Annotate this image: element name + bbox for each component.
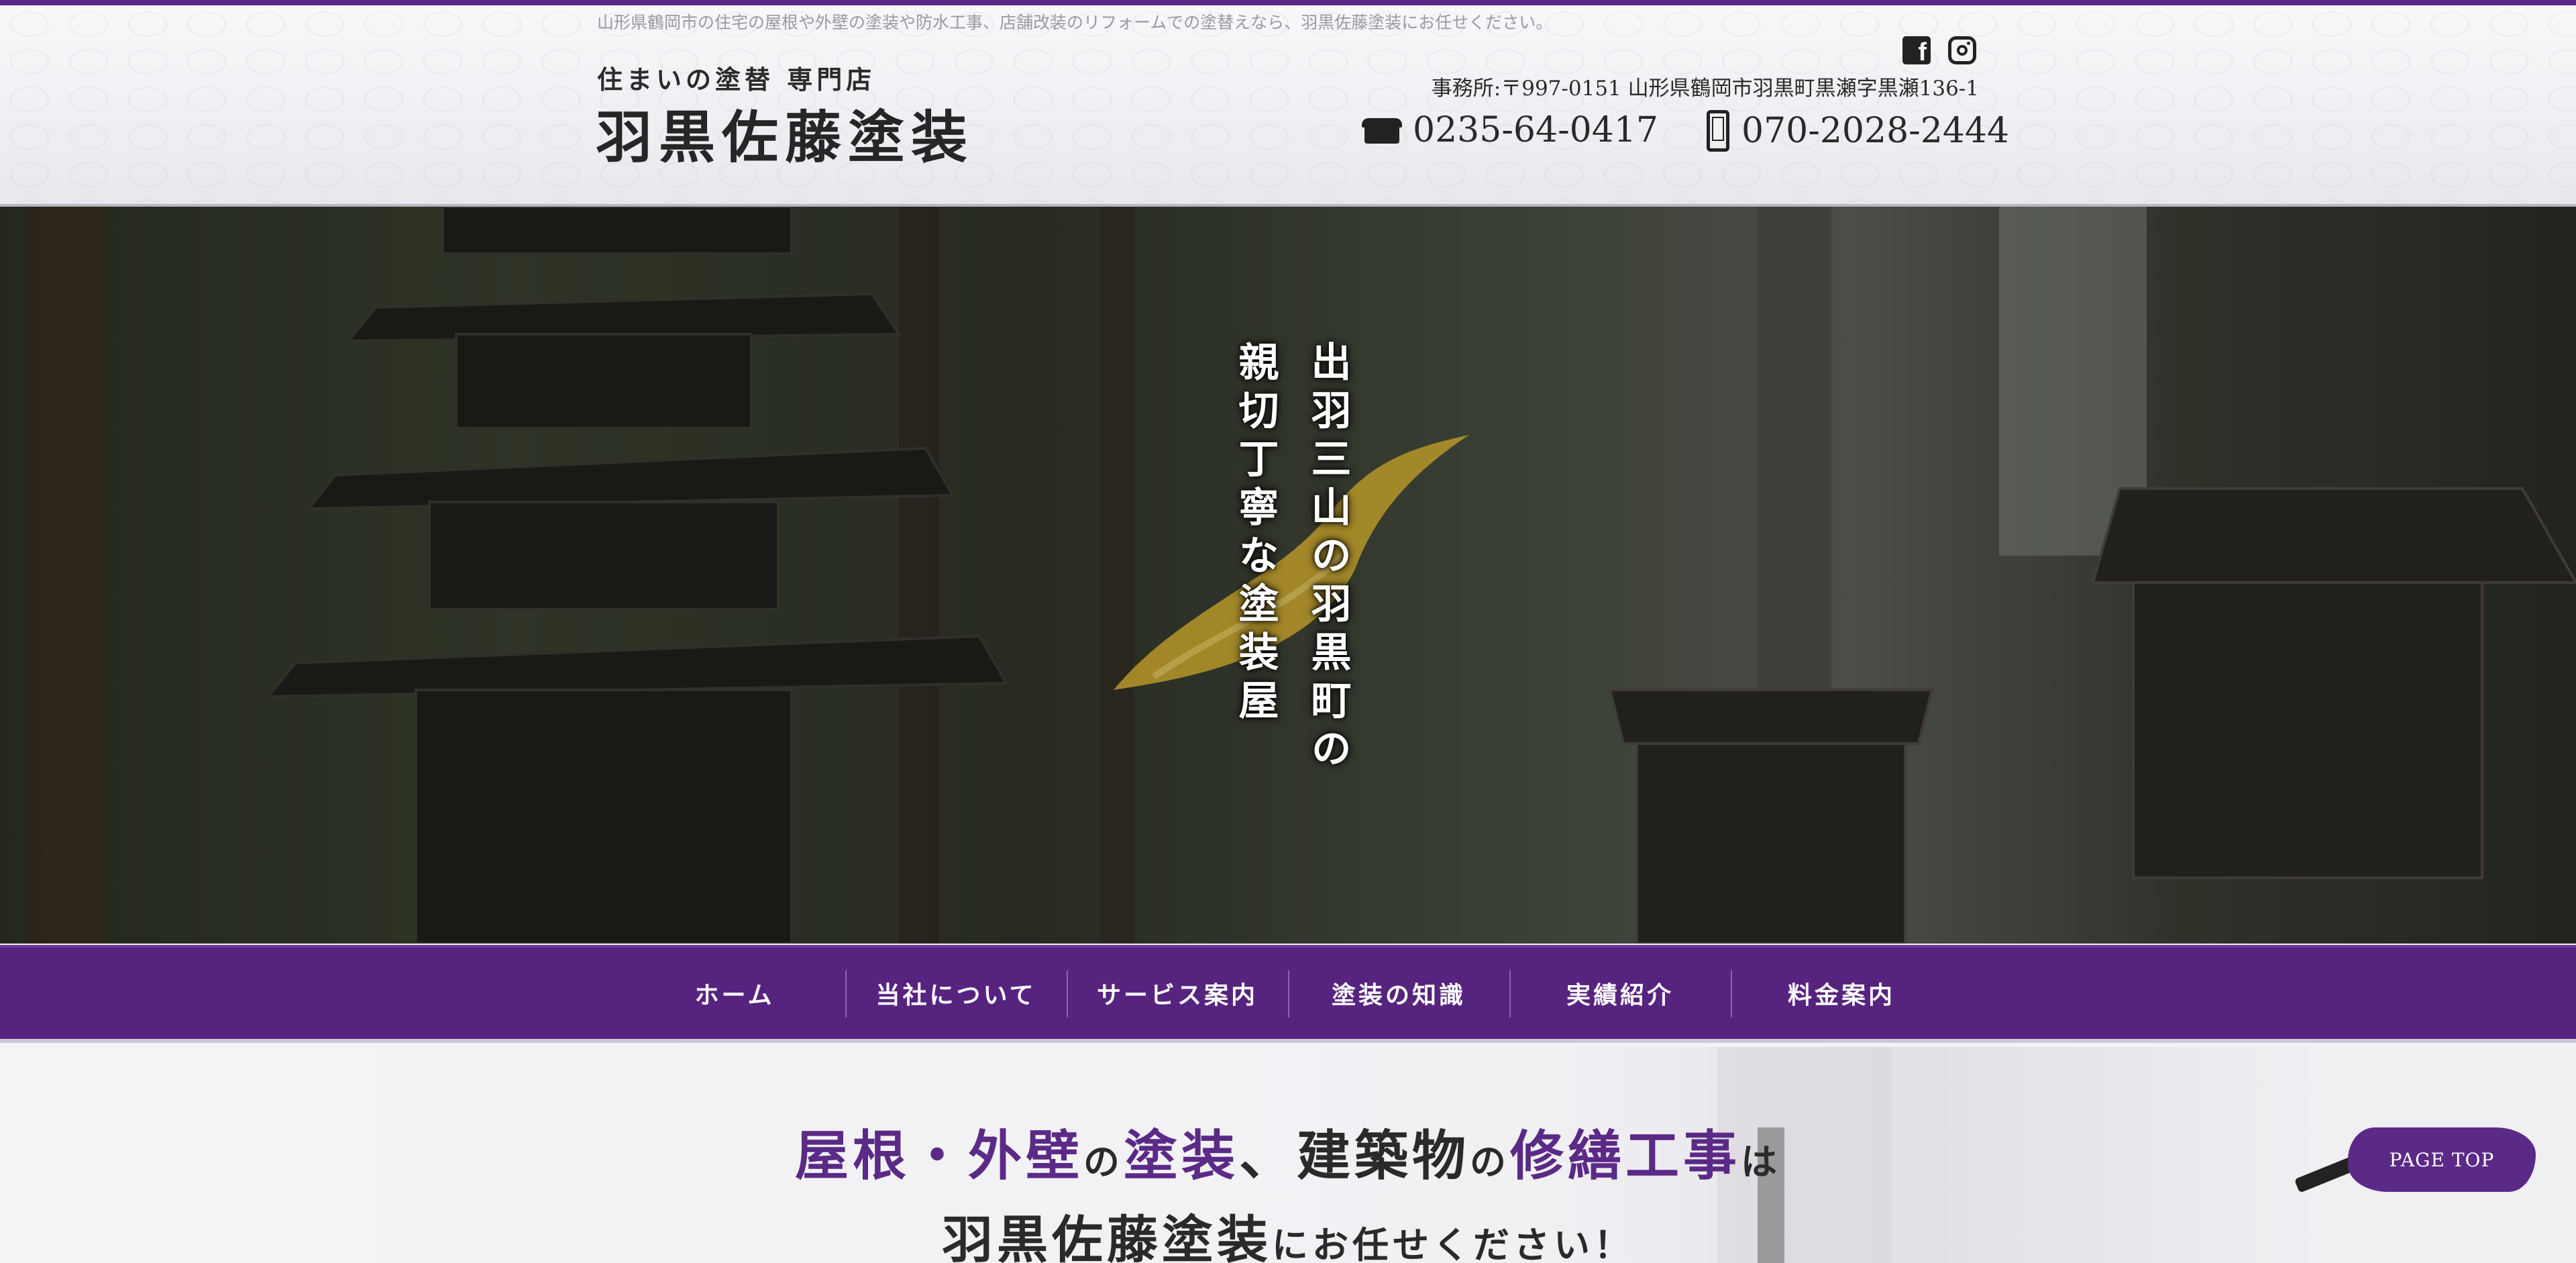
social-links [1902, 36, 1976, 67]
page-top-button[interactable]: PAGE TOP [2294, 1127, 2536, 1201]
nav-item-works[interactable]: 実績紹介 [1509, 948, 1731, 1039]
site-tagline: 山形県鶴岡市の住宅の屋根や外壁の塗装や防水工事、店舗改装のリフォームでの塗替えな… [597, 13, 1553, 32]
telephone-icon [1362, 115, 1402, 145]
intro-section: 屋根・外壁の塗装、建築物の修繕工事は 羽黒佐藤塗装にお任せください！ [0, 1047, 2576, 1263]
site-header: 山形県鶴岡市の住宅の屋根や外壁の塗装や防水工事、店舗改装のリフォームでの塗替えな… [0, 5, 2576, 207]
nav-item-home[interactable]: ホーム [624, 948, 845, 1039]
intro-headline-1: 屋根・外壁の塗装、建築物の修繕工事は [795, 1124, 1781, 1187]
phone-mobile-number: 070-2028-2444 [1741, 111, 2010, 151]
logo-subtitle[interactable]: 住まいの塗替 専門店 [597, 59, 875, 96]
nav-item-pricing[interactable]: 料金案内 [1731, 948, 1952, 1039]
hero-dark-overlay [0, 207, 2576, 944]
phone-landline[interactable]: 0235-64-0417 [1362, 110, 1658, 150]
main-navigation: ホーム 当社について サービス案内 塗装の知識 実績紹介 料金案内 [0, 945, 2576, 1043]
top-accent-strip [0, 0, 2576, 5]
nav-item-services[interactable]: サービス案内 [1067, 948, 1288, 1039]
nav-item-knowledge[interactable]: 塗装の知識 [1288, 948, 1509, 1039]
facebook-icon[interactable] [1902, 36, 1931, 67]
logo-title[interactable]: 羽黒佐藤塗装 [596, 93, 974, 174]
hero-copy-line-1: 出羽三山の羽黒町の [1304, 341, 1351, 776]
hero-copy-line-2: 親切丁寧な塗装屋 [1232, 341, 1279, 727]
page-top-label: PAGE TOP [2348, 1127, 2536, 1192]
hero-banner: 出羽三山の羽黒町の 親切丁寧な塗装屋 [0, 207, 2576, 944]
instagram-icon[interactable] [1948, 36, 1976, 64]
mobile-phone-icon [1707, 110, 1729, 152]
intro-headline-2: 羽黒佐藤塗装にお任せください！ [942, 1210, 1634, 1263]
nav-item-about[interactable]: 当社について [845, 948, 1067, 1039]
phone-mobile[interactable]: 070-2028-2444 [1707, 110, 2009, 152]
phone-landline-number: 0235-64-0417 [1413, 110, 1658, 150]
office-address: 事務所:〒997-0151 山形県鶴岡市羽黒町黒瀬字黒瀬136-1 [1431, 77, 1979, 101]
